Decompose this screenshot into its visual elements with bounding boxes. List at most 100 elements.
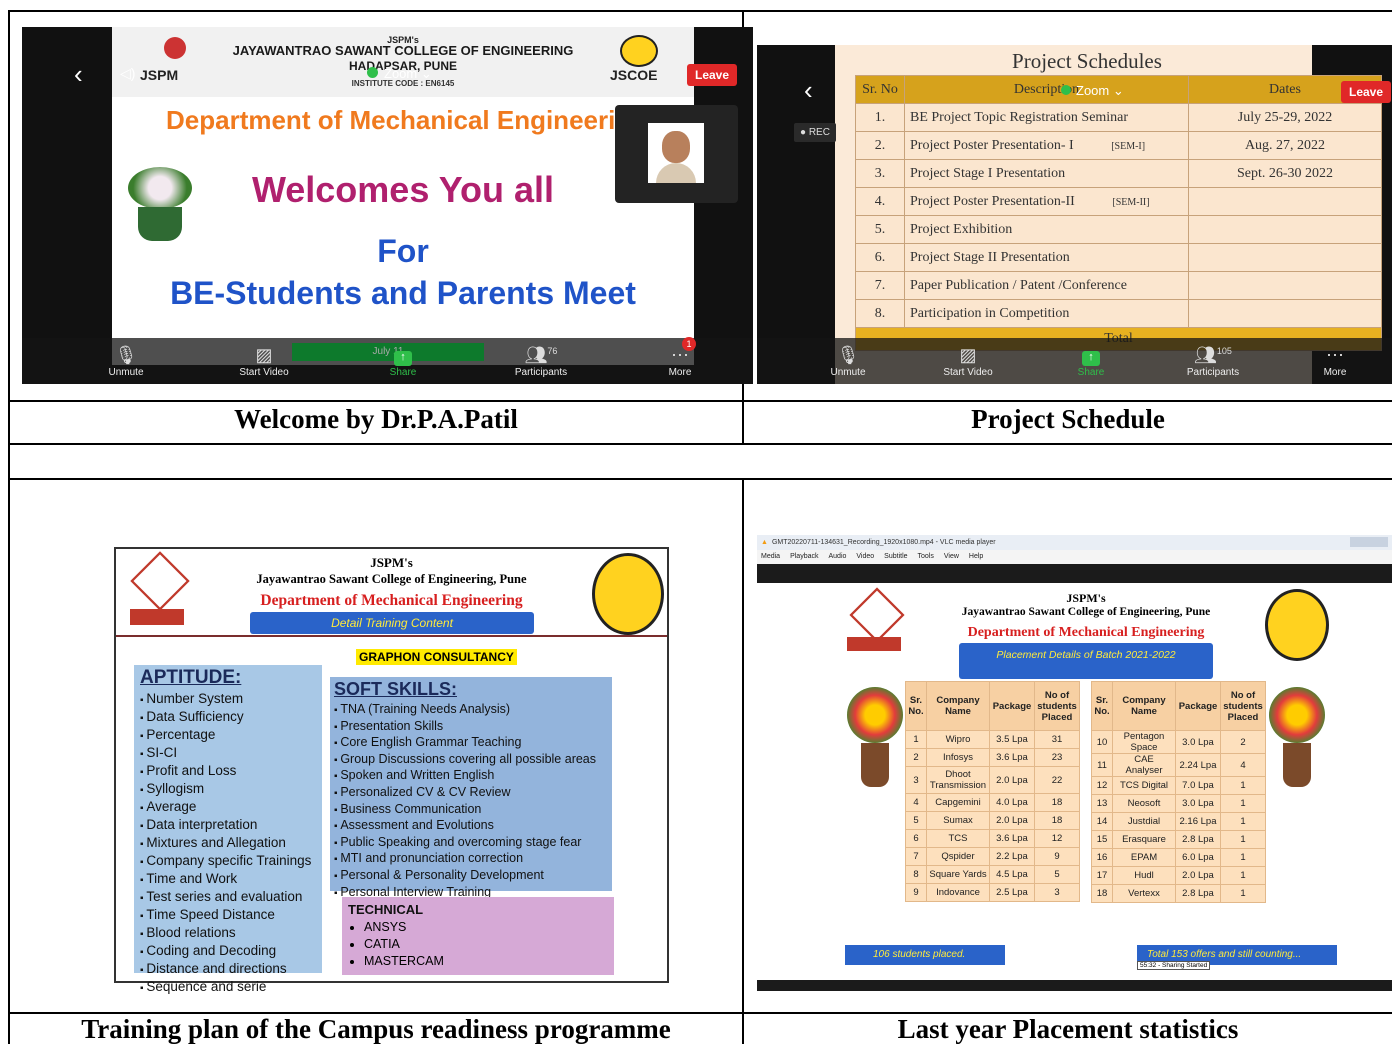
table-cell: 15	[1091, 830, 1113, 849]
placement-table-right: Sr. No. Company Name Package No of students…	[1091, 681, 1266, 903]
table-cell: 3	[905, 766, 927, 794]
technical-box: TECHNICAL ANSYSCATIAMASTERCAM	[342, 897, 614, 975]
aptitude-item: Coding and Decoding	[140, 943, 322, 961]
more-icon: ⋯	[1326, 345, 1344, 365]
college-short: JSPM's	[370, 555, 413, 570]
soft-skill-item: Public Speaking and overcoming stage fea…	[334, 835, 612, 852]
participants-button[interactable]: 👥︎105 Participants	[1168, 345, 1258, 378]
more-button[interactable]: ⋯ More	[635, 345, 725, 378]
share-button[interactable]: ↑ Share	[358, 351, 448, 378]
leave-button[interactable]: Leave	[1341, 81, 1392, 103]
vlc-menu-item[interactable]: Playback	[790, 553, 818, 560]
mic-muted-icon: 🎙︎	[836, 345, 860, 365]
back-arrow-icon[interactable]: ‹	[74, 59, 83, 90]
participants-button[interactable]: 👥︎76 Participants	[496, 345, 586, 378]
department-title: Department of Mechanical Engineeri	[166, 105, 616, 135]
table-row: 12 TCS Digital 7.0 Lpa 1	[1091, 776, 1266, 795]
speaker-icon[interactable]: ◁)	[120, 65, 135, 82]
soft-skills-box: SOFT SKILLS: TNA (Training Needs Analysi…	[330, 677, 612, 899]
aptitude-item: Test series and evaluation	[140, 889, 322, 907]
table-row: 7. Paper Publication / Patent /Conference	[855, 271, 1382, 300]
vlc-menubar: Media Playback Audio Video Subtitle Tools View…	[757, 550, 1392, 564]
vlc-window: ▲ GMT20220711-134631_Recording_1920x1080.…	[757, 535, 1392, 991]
table-cell: 2.0 Lpa	[989, 811, 1035, 830]
vlc-menu-item[interactable]: Tools	[918, 553, 934, 560]
table-cell: 2.0 Lpa	[1175, 866, 1221, 885]
aptitude-item: Sequence and serie	[140, 979, 322, 997]
table-cell: 2.2 Lpa	[989, 847, 1035, 866]
partner-name: GRAPHON CONSULTANCY	[356, 649, 517, 665]
vlc-menu-item[interactable]: Help	[969, 553, 983, 560]
table-cell: Justdial	[1112, 812, 1176, 831]
vlc-menu-item[interactable]: Video	[856, 553, 874, 560]
technical-item: MASTERCAM	[364, 953, 614, 970]
soft-skills-title: SOFT SKILLS:	[334, 679, 457, 699]
table-cell: 18	[1034, 793, 1080, 812]
table-cell: 2	[1220, 730, 1266, 754]
table-cell: Qspider	[926, 847, 990, 866]
share-icon: ↑	[1082, 351, 1100, 366]
technical-title: TECHNICAL	[348, 902, 424, 917]
college-name: Jayawantrao Sawant College of Engineerin…	[256, 572, 527, 586]
aptitude-item: Data interpretation	[140, 817, 322, 835]
aptitude-item: Mixtures and Allegation	[140, 835, 322, 853]
table-cell: 4	[905, 793, 927, 812]
vlc-menu-item[interactable]: View	[944, 553, 959, 560]
unmute-button[interactable]: 🎙︎ Unmute	[81, 345, 171, 378]
vlc-menu-item[interactable]: Media	[761, 553, 780, 560]
table-cell: 4.5 Lpa	[989, 865, 1035, 884]
zoom-menu[interactable]: Zoom ⌄	[1076, 83, 1124, 99]
caption-welcome: Welcome by Dr.P.A.Patil	[234, 404, 518, 434]
more-icon: ⋯	[671, 345, 689, 365]
caption-training: Training plan of the Campus readiness pr…	[81, 1014, 671, 1044]
table-cell: 9	[905, 883, 927, 902]
window-controls[interactable]	[1350, 537, 1388, 547]
table-cell: 12	[1034, 829, 1080, 848]
table-row: 3 Dhoot Transmission 2.0 Lpa 22	[905, 766, 1080, 794]
table-row: 15 Erasquare 2.8 Lpa 1	[1091, 830, 1266, 849]
table-cell: 1	[1220, 776, 1266, 795]
caption-placement: Last year Placement statistics	[897, 1014, 1239, 1044]
share-button[interactable]: ↑ Share	[1046, 351, 1136, 378]
aptitude-item: Data Sufficiency	[140, 709, 322, 727]
table-cell: 8	[905, 865, 927, 884]
grid-line	[742, 478, 744, 1044]
training-slide: JSPM's Jayawantrao Sawant College of Eng…	[114, 547, 669, 994]
aptitude-item: Profit and Loss	[140, 763, 322, 781]
aptitude-list: Number SystemData SufficiencyPercentageS…	[134, 691, 322, 997]
shield-icon	[1061, 85, 1071, 95]
more-button[interactable]: ⋯ More	[1290, 345, 1380, 378]
aptitude-item: Distance and directions	[140, 961, 322, 979]
vlc-menu-item[interactable]: Subtitle	[884, 553, 907, 560]
zoom-window-schedule: Project Schedules Sr. No Description Dates…	[757, 45, 1392, 384]
technical-list: ANSYSCATIAMASTERCAM	[342, 919, 614, 970]
zoom-menu[interactable]: Zoom ⌄	[384, 66, 432, 82]
table-cell: 3.0 Lpa	[1175, 794, 1221, 813]
table-cell: 2	[905, 748, 927, 767]
table-cell: 2.5 Lpa	[989, 883, 1035, 902]
table-row: 4 Capgemini 4.0 Lpa 18	[905, 793, 1080, 812]
start-video-button[interactable]: ▨ Start Video	[923, 345, 1013, 378]
soft-skill-item: Core English Grammar Teaching	[334, 735, 612, 752]
table-row: 4. Project Poster Presentation-II [SEM-II…	[855, 187, 1382, 216]
table-cell: 5	[905, 811, 927, 830]
vlc-menu-item[interactable]: Audio	[828, 553, 846, 560]
table-cell: 17	[1091, 866, 1113, 885]
table-cell: 4	[1220, 753, 1266, 777]
back-arrow-icon[interactable]: ‹	[804, 75, 813, 106]
table-cell: 2.8 Lpa	[1175, 830, 1221, 849]
table-cell: Infosys	[926, 748, 990, 767]
vlc-title: GMT20220711-134631_Recording_1920x1080.m…	[771, 539, 996, 546]
placement-table-left: Sr. No. Company Name Package No of students…	[905, 681, 1080, 902]
aptitude-item: Percentage	[140, 727, 322, 745]
table-cell: 23	[1034, 748, 1080, 767]
table-cell: 1	[1220, 794, 1266, 813]
unmute-button[interactable]: 🎙︎ Unmute	[803, 345, 893, 378]
leave-button[interactable]: Leave	[687, 64, 738, 86]
placement-header: No of students Placed	[1034, 681, 1080, 731]
table-cell: Square Yards	[926, 865, 990, 884]
video-tile[interactable]	[615, 105, 738, 203]
header-description: Description	[904, 75, 1189, 104]
table-cell: 3.0 Lpa	[1175, 730, 1221, 754]
aptitude-title: APTITUDE:	[140, 667, 242, 688]
